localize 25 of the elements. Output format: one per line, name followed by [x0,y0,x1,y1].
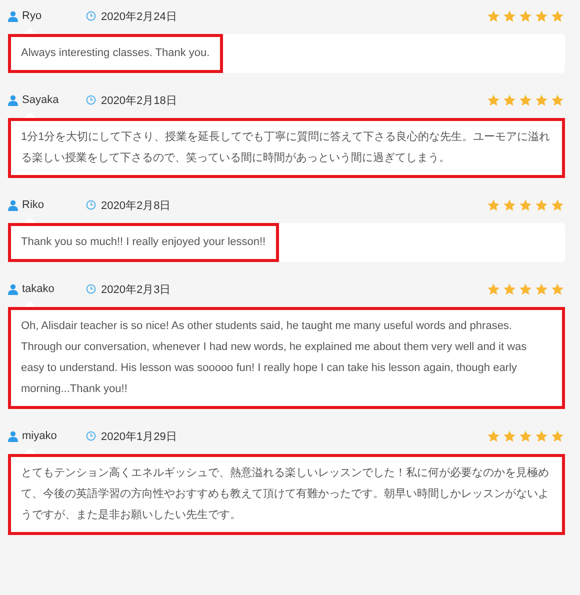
review-date: 2020年2月3日 [101,282,171,296]
reviewer-name: Riko [22,199,44,211]
user-icon [8,94,18,106]
review-comment: とてもテンション高くエネルギッシュで、熱意溢れる楽しいレッスンでした！私に何が必要なのかを見極めて、今後の英語学習の方向性やおすすめも教えて頂けて有難かったです。朝早い時間しかレッスンがないようですが、また是非お願いしたい先生です。 [8,454,565,535]
reviewer-name: Sayaka [22,94,59,106]
clock-icon [86,11,96,21]
reviewer-name: miyako [22,430,57,442]
reviewer-name: Ryo [22,10,42,22]
user-icon [8,284,18,294]
review-comment: Thank you so much!! I really enjoyed your lesson!! [8,223,279,262]
review-comment: Oh, Alisdair teacher is so nice! As other students said, he taught me many useful words and phrases. Through our conversation, whenever I had new words, he explained me about them very well and it was easy to understand. His lesson was sooooo fun! I really hope I can take his lesson again, though early morning...Thank you!! [8,307,565,409]
review-comment: 1分1分を大切にして下さり、授業を延長してでも丁寧に質問に答えて下さる良心的な先生。ユーモアに溢れる楽しい授業をして下さるので、笑っている間に時間があっという間に過ぎてしまう。 [8,118,565,178]
review-date: 2020年2月18日 [101,94,177,108]
user-icon [8,430,18,442]
user-icon [8,10,18,22]
clock-icon [86,284,96,294]
user-icon [8,200,18,210]
review-date: 2020年2月24日 [101,10,177,24]
review-date: 2020年2月8日 [101,198,171,212]
clock-icon [86,95,96,105]
review-date: 2020年1月29日 [101,430,177,444]
review-comment: Always interesting classes. Thank you. [8,34,223,73]
clock-icon [86,200,96,210]
reviewer-name: takako [22,283,54,295]
clock-icon [86,431,96,441]
